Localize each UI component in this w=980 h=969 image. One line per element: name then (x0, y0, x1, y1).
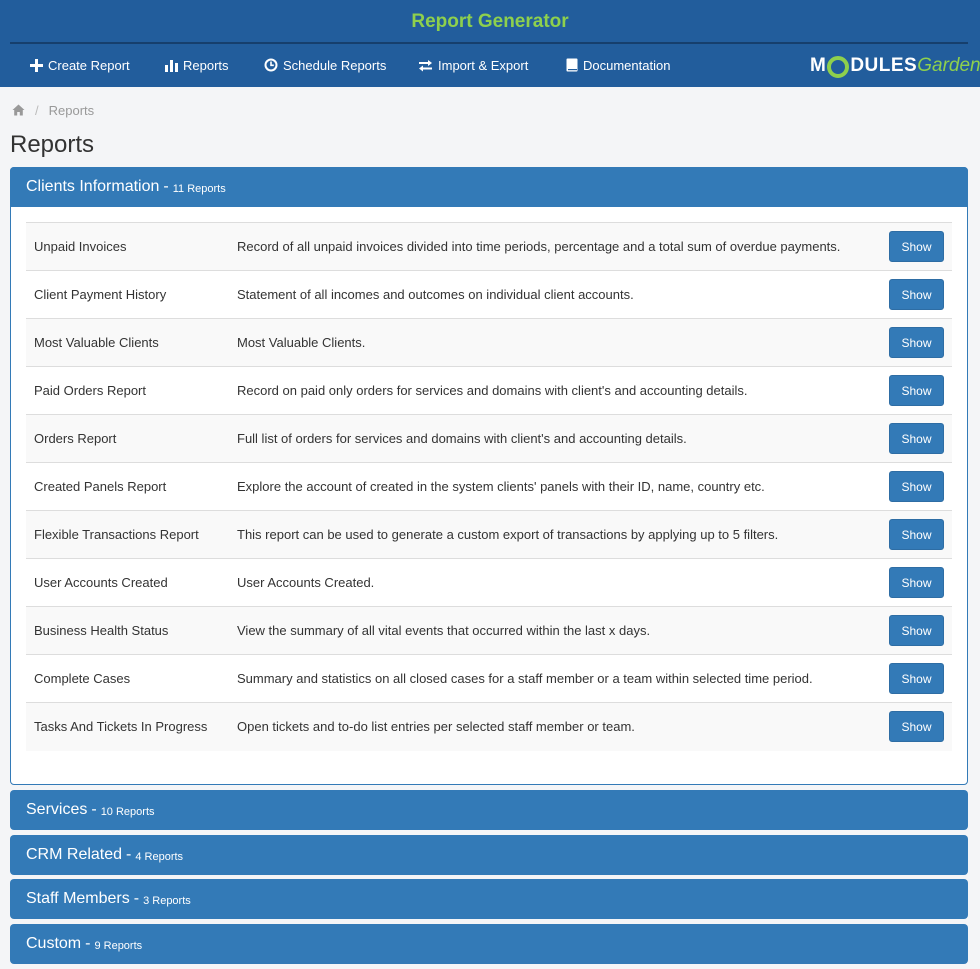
logo-o-ring (827, 56, 850, 78)
report-description: Most Valuable Clients. (237, 335, 366, 350)
report-description: Full list of orders for services and dom… (237, 431, 687, 446)
panel-title: Staff Members (26, 890, 130, 907)
report-name: Unpaid Invoices (34, 239, 127, 254)
report-name: Tasks And Tickets In Progress (34, 719, 208, 734)
report-description: Record of all unpaid invoices divided in… (237, 239, 841, 254)
panel-count: 3 Reports (143, 895, 191, 907)
panel-header-clients-information[interactable]: Clients Information - 11 Reports (10, 167, 968, 207)
nav-schedule-reports-label: Schedule Reports (283, 57, 387, 73)
report-name: Flexible Transactions Report (34, 527, 199, 542)
nav-reports-label: Reports (183, 57, 229, 73)
report-name: Complete Cases (34, 671, 131, 686)
panel-count: 4 Reports (135, 851, 184, 863)
nav-import-export-label: Import & Export (438, 57, 529, 73)
show-button[interactable]: Show (889, 567, 944, 598)
nav-documentation-label: Documentation (583, 57, 671, 73)
table-row: Created Panels Report Explore the account… (26, 463, 952, 511)
show-button[interactable]: Show (889, 615, 944, 646)
modulesgarden-logo: M DULES Garden (810, 55, 980, 78)
panel-header-crm-related[interactable]: CRM Related - 4 Reports (10, 835, 968, 875)
show-button[interactable]: Show (889, 327, 944, 358)
panel-header-custom[interactable]: Custom - 9 Reports (10, 924, 968, 964)
panel-clients-information: Clients Information - 11 Reports Unpaid … (10, 167, 968, 785)
report-name: Business Health Status (34, 623, 169, 638)
report-description: Explore the account of created in the sy… (237, 479, 765, 494)
show-button[interactable]: Show (889, 711, 944, 742)
panel-title: CRM Related (26, 846, 123, 863)
table-row: Client Payment History Statement of all i… (26, 271, 952, 319)
table-row: Orders Report Full list of orders for ser… (26, 415, 952, 463)
clock-icon (264, 58, 278, 72)
show-button[interactable]: Show (889, 279, 944, 310)
table-row: Flexible Transactions Report This report … (26, 511, 952, 559)
panel-header-services[interactable]: Services - 10 Reports (10, 790, 968, 830)
nav-import-export[interactable]: Import & Export (418, 55, 528, 75)
report-description: Open tickets and to-do list entries per … (237, 719, 635, 734)
report-name: Client Payment History (34, 287, 167, 302)
app-title: Report Generator (411, 11, 569, 32)
panel-count: 10 Reports (100, 806, 155, 818)
home-icon[interactable] (12, 104, 25, 116)
table-row: Tasks And Tickets In Progress Open ticket… (26, 703, 952, 751)
table-row: Most Valuable Clients Most Valuable Clien… (26, 319, 952, 367)
report-name: Created Panels Report (34, 479, 167, 494)
report-name: Most Valuable Clients (34, 335, 159, 350)
breadcrumb: / Reports (12, 101, 94, 119)
swap-arrows-icon (419, 59, 432, 71)
report-description: User Accounts Created. (237, 575, 375, 590)
report-name: Paid Orders Report (34, 383, 146, 398)
show-button[interactable]: Show (889, 663, 944, 694)
report-table: Unpaid Invoices Record of all unpaid invo… (26, 222, 952, 751)
panel-count: 11 Reports (172, 183, 226, 195)
report-description: Statement of all incomes and outcomes on… (237, 287, 634, 302)
show-button[interactable]: Show (889, 519, 944, 550)
show-button[interactable]: Show (889, 423, 944, 454)
table-row: Business Health Status View the summary o… (26, 607, 952, 655)
breadcrumb-separator: / (35, 102, 39, 118)
report-description: Summary and statistics on all closed cas… (237, 671, 813, 686)
nav-schedule-reports[interactable]: Schedule Reports (264, 55, 386, 75)
nav-documentation[interactable]: Documentation (566, 55, 670, 75)
nav-create-report-label: Create Report (48, 57, 130, 73)
nav-reports[interactable]: Reports (165, 55, 229, 75)
bar-chart-icon (165, 59, 178, 72)
report-description: View the summary of all vital events tha… (237, 623, 651, 638)
panel-header-staff-members[interactable]: Staff Members - 3 Reports (10, 879, 968, 919)
show-button[interactable]: Show (889, 231, 944, 262)
report-description: Record on paid only orders for services … (237, 383, 748, 398)
panel-title: Services (26, 801, 88, 818)
show-button[interactable]: Show (889, 471, 944, 502)
panel-title: Clients Information (26, 178, 160, 195)
report-name: Orders Report (34, 431, 117, 446)
page-title: Reports (10, 131, 95, 158)
report-name: User Accounts Created (34, 575, 168, 590)
show-button[interactable]: Show (889, 375, 944, 406)
report-description: This report can be used to generate a cu… (237, 527, 779, 542)
nav-create-report[interactable]: Create Report (30, 55, 130, 75)
plus-icon (30, 58, 43, 72)
table-row: Unpaid Invoices Record of all unpaid invo… (26, 223, 952, 271)
breadcrumb-current: Reports (48, 102, 95, 118)
panel-count: 9 Reports (94, 940, 143, 952)
table-row: Paid Orders Report Record on paid only or… (26, 367, 952, 415)
panel-title: Custom (26, 935, 82, 952)
table-row: User Accounts Created User Accounts Creat… (26, 559, 952, 607)
table-row: Complete Cases Summary and statistics on … (26, 655, 952, 703)
book-icon (566, 58, 578, 72)
